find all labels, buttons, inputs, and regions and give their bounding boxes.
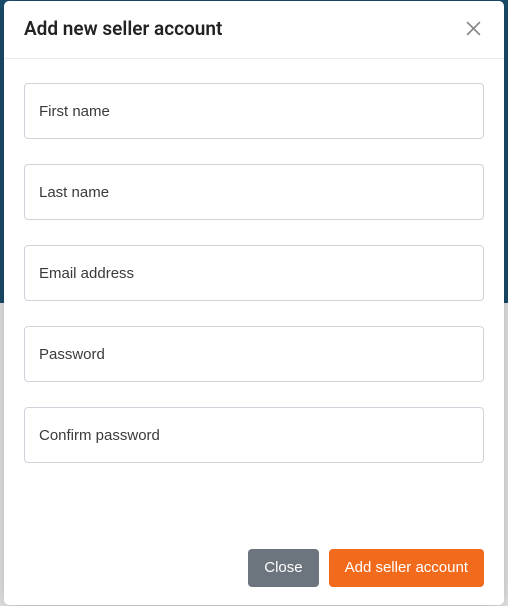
- modal-footer: Close Add seller account: [4, 535, 504, 605]
- close-icon-button[interactable]: [463, 18, 484, 39]
- modal-header: Add new seller account: [4, 1, 504, 59]
- password-input[interactable]: [24, 326, 484, 382]
- first-name-input[interactable]: [24, 83, 484, 139]
- add-seller-account-button[interactable]: Add seller account: [329, 549, 484, 587]
- add-seller-modal: Add new seller account Close Add seller …: [4, 1, 504, 605]
- last-name-input[interactable]: [24, 164, 484, 220]
- confirm-password-input[interactable]: [24, 407, 484, 463]
- modal-title: Add new seller account: [24, 17, 222, 40]
- email-input[interactable]: [24, 245, 484, 301]
- modal-body: [4, 59, 504, 535]
- close-icon: [465, 20, 482, 37]
- close-button[interactable]: Close: [248, 549, 318, 587]
